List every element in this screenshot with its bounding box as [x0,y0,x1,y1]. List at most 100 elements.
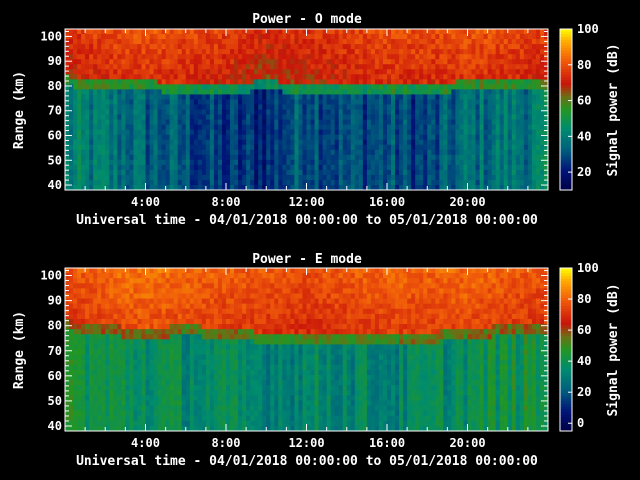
heatmap-cell [503,54,509,60]
heatmap-cell [527,139,533,146]
heatmap-cell [109,109,114,115]
heatmap-cell [157,405,162,412]
heatmap-cell [189,149,195,156]
y-tick-label: 100 [40,29,62,43]
heatmap-cell [153,149,158,156]
heatmap-cell [141,405,146,412]
y-tick-label: 90 [48,54,62,68]
heatmap-cell [535,164,541,171]
heatmap-cell [81,164,86,171]
heatmap-cell [226,94,231,100]
heatmap-cell [105,114,110,120]
heatmap-cell [189,64,195,70]
heatmap-cell [515,124,521,131]
heatmap-cell [73,374,78,381]
heatmap-cell [181,109,187,115]
heatmap-cell [141,329,146,335]
heatmap-cell [527,159,533,166]
heatmap-cell [507,109,513,115]
heatmap-cell [65,288,70,294]
heatmap-cell [354,64,360,70]
heatmap-cell [113,273,118,279]
heatmap-cell [302,89,307,95]
heatmap-cell [217,179,223,186]
heatmap-cell [439,94,444,100]
heatmap-cell [451,74,456,80]
heatmap-cell [125,308,130,315]
heatmap-cell [298,49,303,55]
heatmap-cell [105,344,110,350]
heatmap-cell [85,84,90,90]
heatmap-cell [471,124,476,131]
heatmap-cell [310,114,315,120]
heatmap-cell [109,79,114,85]
heatmap-cell [153,174,158,181]
heatmap-cell [221,79,227,85]
heatmap-cell [338,129,344,136]
heatmap-cell [455,104,460,110]
heatmap-cell [274,114,279,120]
heatmap-cell [230,159,235,166]
heatmap-cell [294,104,299,110]
heatmap-cell [205,104,211,110]
heatmap-cell [387,59,392,65]
heatmap-cell [366,49,372,55]
heatmap-cell [354,54,360,60]
heatmap-cell [177,59,183,65]
heatmap-cell [93,273,98,279]
heatmap-cell [278,109,283,115]
heatmap-cell [77,139,82,146]
heatmap-cell [350,54,356,60]
heatmap-cell [113,374,118,381]
heatmap-cell [205,139,211,146]
heatmap-cell [382,134,388,141]
heatmap-cell [391,164,396,171]
heatmap-cell [370,64,376,70]
heatmap-cell [129,278,134,284]
heatmap-cell [382,169,388,176]
heatmap-cell [382,74,388,80]
heatmap-cell [443,89,448,95]
heatmap-cell [153,308,158,315]
heatmap-cell [451,104,456,110]
heatmap-cell [145,420,150,427]
x-tick-label: 20:00 [449,195,485,209]
heatmap-cell [213,84,219,90]
heatmap-cell [129,369,134,376]
heatmap-cell [105,109,110,115]
heatmap-cell [330,109,336,115]
heatmap-cell [81,288,86,294]
heatmap-cell [226,29,231,35]
heatmap-cell [318,129,324,136]
heatmap-cell [165,308,171,315]
heatmap-cell [209,164,215,171]
heatmap-cell [109,374,114,381]
heatmap-cell [125,415,130,422]
heatmap-cell [73,405,78,412]
heatmap-cell [431,84,436,90]
heatmap-cell [101,114,106,120]
heatmap-cell [177,318,183,325]
heatmap-cell [97,174,102,181]
heatmap-cell [89,395,94,401]
heatmap-cell [242,69,247,75]
y-tick-label: 80 [48,79,62,93]
heatmap-cell [93,179,98,186]
heatmap-cell [487,139,493,146]
heatmap-cell [73,89,78,95]
heatmap-cell [415,164,420,171]
heatmap-cell [391,44,396,50]
heatmap-cell [129,114,134,120]
heatmap-cell [362,159,368,166]
heatmap-cell [523,104,529,110]
heatmap-cell [391,124,396,131]
heatmap-cell [234,129,239,136]
heatmap-cell [270,164,275,171]
heatmap-cell [177,344,183,350]
heatmap-cell [113,313,118,320]
heatmap-cell [314,84,319,90]
heatmap-cell [503,124,509,131]
heatmap-cell [133,380,138,386]
heatmap-cell [149,410,154,417]
heatmap-cell [278,79,283,85]
